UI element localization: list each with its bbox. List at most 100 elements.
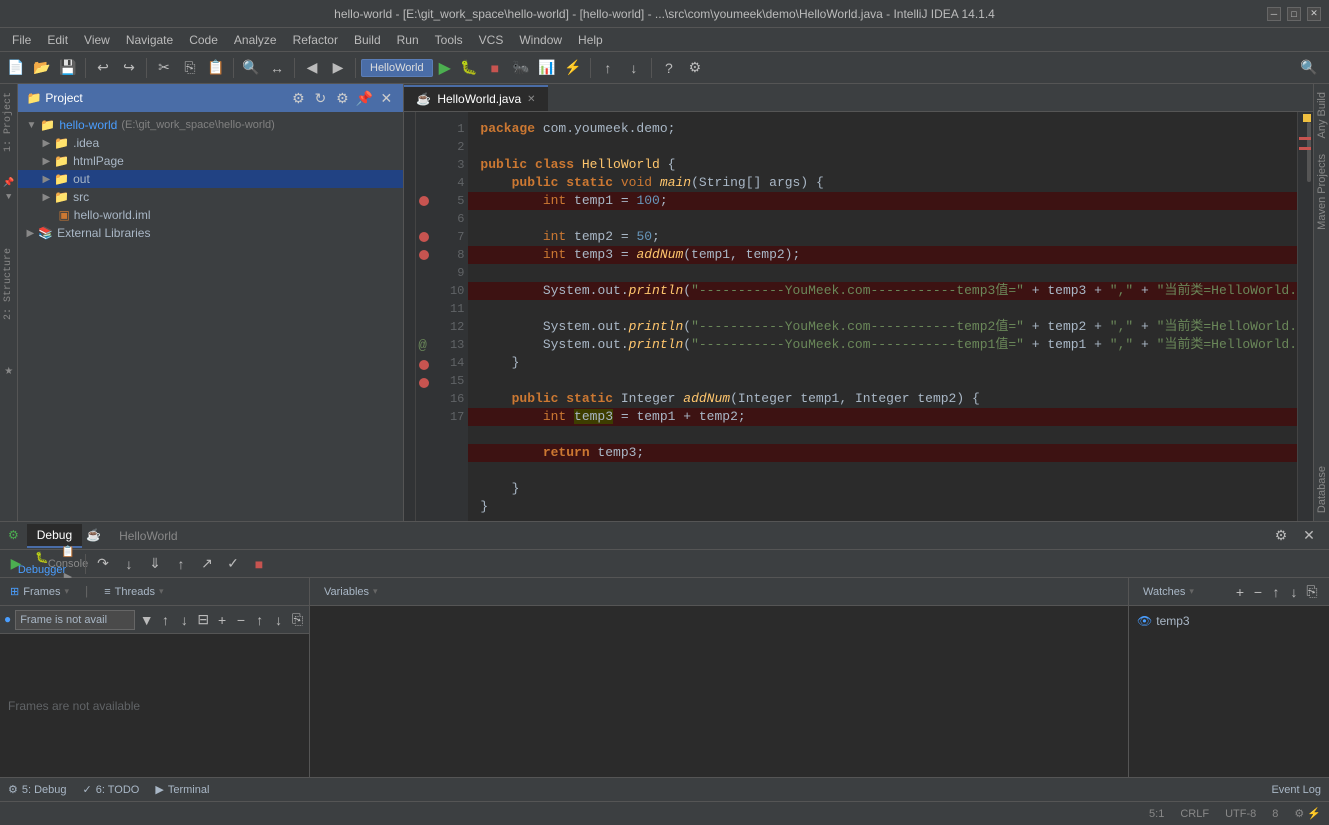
watches-remove-btn[interactable]: −	[1249, 583, 1267, 601]
project-close-btn[interactable]: ✕	[377, 89, 395, 107]
toolbar-undo-button[interactable]: ↩	[91, 56, 115, 80]
project-gear-btn[interactable]: ⚙	[333, 89, 351, 107]
menu-refactor[interactable]: Refactor	[285, 31, 346, 49]
menu-run[interactable]: Run	[389, 31, 427, 49]
maximize-button[interactable]: □	[1287, 7, 1301, 21]
tab-helloworld[interactable]: HelloWorld	[109, 525, 187, 547]
debug-step-out[interactable]: ↑	[169, 552, 193, 576]
menu-code[interactable]: Code	[181, 31, 226, 49]
debug-button[interactable]: 🐛	[457, 56, 481, 80]
window-controls[interactable]: ─ □ ✕	[1267, 7, 1321, 21]
menu-window[interactable]: Window	[511, 31, 570, 49]
console-tab[interactable]: 📋 Console ▶	[56, 552, 80, 576]
run-button[interactable]: ▶	[435, 56, 455, 80]
watches-down-btn[interactable]: ↓	[1285, 583, 1303, 601]
toolbar-find-button[interactable]: 🔍	[239, 56, 263, 80]
frame-filter-btn[interactable]: ⊟	[196, 611, 211, 629]
debug-step-over[interactable]: ↷	[91, 552, 115, 576]
variables-tab[interactable]: Variables ▾	[318, 584, 384, 600]
toolbar-help-button[interactable]: ?	[657, 56, 681, 80]
toolbar-redo-button[interactable]: ↪	[117, 56, 141, 80]
run-config-selector[interactable]: HelloWorld	[361, 59, 433, 77]
tree-external[interactable]: ▶ 📚 External Libraries	[18, 224, 403, 242]
tree-iml[interactable]: ▣ hello-world.iml	[18, 206, 403, 224]
menu-build[interactable]: Build	[346, 31, 389, 49]
left-tab-icon1[interactable]: 📌	[1, 176, 16, 190]
project-sync-btn[interactable]: ↻	[311, 89, 329, 107]
tab-close[interactable]: ✕	[527, 94, 535, 105]
watches-tab[interactable]: Watches ▾	[1137, 584, 1200, 600]
code-editor[interactable]: @ 12345 678910 1112131415 1617 package c…	[404, 112, 1313, 521]
frame-remove-btn[interactable]: −	[234, 611, 249, 629]
debug-settings-btn[interactable]: ⚙	[1269, 524, 1293, 548]
code-content[interactable]: package com.youmeek.demo; public class H…	[468, 112, 1297, 521]
minimize-button[interactable]: ─	[1267, 7, 1281, 21]
toolbar-commit-button[interactable]: ↑	[596, 56, 620, 80]
left-tab-fav[interactable]: ★	[2, 364, 15, 380]
menu-edit[interactable]: Edit	[39, 31, 76, 49]
toolbar-paste-button[interactable]: 📋	[204, 56, 228, 80]
menu-file[interactable]: File	[4, 31, 39, 49]
debug-close-btn[interactable]: ✕	[1297, 524, 1321, 548]
toolbar-replace-button[interactable]: ↔	[265, 56, 289, 80]
frame-up-btn[interactable]: ↑	[158, 611, 173, 629]
watches-up-btn[interactable]: ↑	[1267, 583, 1285, 601]
strip-debug[interactable]: ⚙ 5: Debug	[8, 783, 67, 796]
tree-out[interactable]: ▶ 📁 out	[18, 170, 403, 188]
toolbar-coverage-button[interactable]: 📊	[535, 56, 559, 80]
toolbar-search-btn[interactable]: 🔍	[1297, 56, 1321, 80]
menu-tools[interactable]: Tools	[427, 31, 471, 49]
left-tab-project[interactable]: 1: Project	[1, 88, 16, 156]
frame-copy-btn[interactable]: ⎘	[290, 611, 305, 629]
editor-tab-helloworld[interactable]: ☕ HelloWorld.java ✕	[404, 85, 547, 111]
frame-add-btn[interactable]: +	[215, 611, 230, 629]
watches-copy-btn[interactable]: ⎘	[1303, 583, 1321, 601]
debug-run-to-cursor[interactable]: ↗	[195, 552, 219, 576]
debug-evaluate[interactable]: ✓	[221, 552, 245, 576]
breakpoint-5[interactable]	[419, 196, 429, 206]
project-settings-btn[interactable]: ⚙	[289, 89, 307, 107]
tree-root[interactable]: ▼ 📁 hello-world (E:\git_work_space\hello…	[18, 116, 403, 134]
breakpoint-15[interactable]	[419, 378, 429, 388]
tree-src[interactable]: ▶ 📁 src	[18, 188, 403, 206]
frames-tab[interactable]: ⊞ Frames ▾	[4, 583, 75, 600]
stop-button[interactable]: ■	[483, 56, 507, 80]
frame-down-btn[interactable]: ↓	[177, 611, 192, 629]
toolbar-update-button[interactable]: ↓	[622, 56, 646, 80]
debug-step-into[interactable]: ↓	[117, 552, 141, 576]
close-button[interactable]: ✕	[1307, 7, 1321, 21]
toolbar-open-button[interactable]: 📂	[30, 56, 54, 80]
toolbar-copy-button[interactable]: ⎘	[178, 56, 202, 80]
watches-add-btn[interactable]: +	[1231, 583, 1249, 601]
toolbar-cut-button[interactable]: ✂	[152, 56, 176, 80]
menu-help[interactable]: Help	[570, 31, 611, 49]
project-pin-btn[interactable]: 📌	[355, 89, 373, 107]
menu-navigate[interactable]: Navigate	[118, 31, 181, 49]
right-tab-build[interactable]: Any Build	[1314, 84, 1329, 146]
toolbar-save-button[interactable]: 💾	[56, 56, 80, 80]
menu-vcs[interactable]: VCS	[471, 31, 512, 49]
toolbar-forward-button[interactable]: ▶	[326, 56, 350, 80]
right-tab-maven[interactable]: Maven Projects	[1314, 146, 1329, 238]
left-tab-structure[interactable]: 2: Structure	[1, 244, 16, 324]
debug-stop-btn[interactable]: ■	[247, 552, 271, 576]
strip-todo[interactable]: ✓ 6: TODO	[83, 783, 140, 796]
frame-down2-btn[interactable]: ↓	[271, 611, 286, 629]
frame-dropdown[interactable]: ▼	[139, 611, 154, 629]
editor-scrollbar[interactable]	[1297, 112, 1313, 521]
toolbar-back-button[interactable]: ◀	[300, 56, 324, 80]
toolbar-profile-button[interactable]: ⚡	[561, 56, 585, 80]
toolbar-ant-button[interactable]: 🐜	[509, 56, 533, 80]
breakpoint-7[interactable]	[419, 232, 429, 242]
frame-up2-btn[interactable]: ↑	[252, 611, 267, 629]
scrollbar-thumb[interactable]	[1307, 122, 1311, 182]
right-tab-database[interactable]: Database	[1314, 458, 1329, 521]
breakpoint-8[interactable]	[419, 250, 429, 260]
tree-htmlpage[interactable]: ▶ 📁 htmlPage	[18, 152, 403, 170]
strip-eventlog[interactable]: Event Log	[1271, 784, 1321, 796]
frame-input[interactable]	[15, 610, 135, 630]
toolbar-new-button[interactable]: 📄	[4, 56, 28, 80]
tree-idea[interactable]: ▶ 📁 .idea	[18, 134, 403, 152]
menu-analyze[interactable]: Analyze	[226, 31, 285, 49]
strip-terminal[interactable]: ▶ Terminal	[155, 783, 209, 796]
